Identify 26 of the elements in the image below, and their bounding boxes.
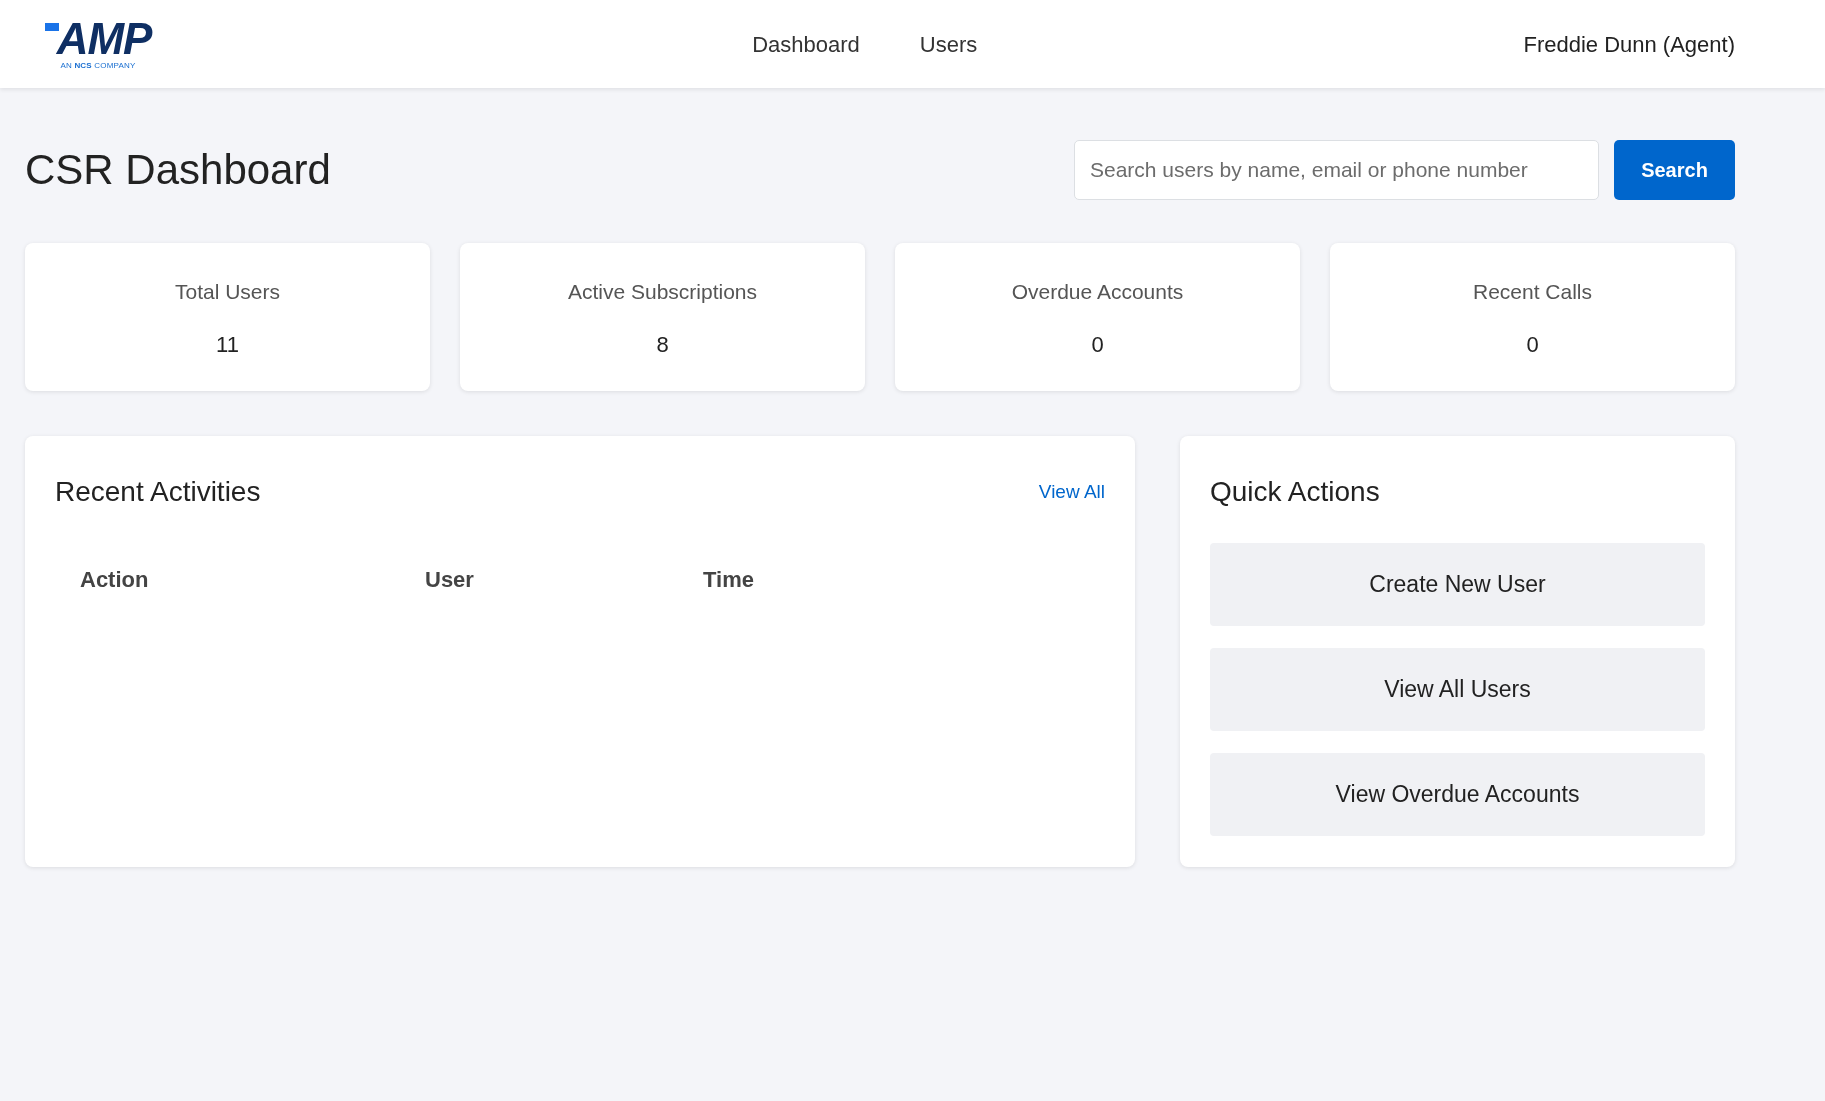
panel-title: Recent Activities xyxy=(55,475,261,509)
logo-tagline: AN NCS COMPANY xyxy=(60,61,136,71)
stat-value: 0 xyxy=(1526,330,1539,359)
panel-title: Quick Actions xyxy=(1210,475,1381,509)
stat-value: 11 xyxy=(216,330,239,359)
quick-action-button[interactable]: View Overdue Accounts xyxy=(1210,753,1705,836)
company-logo[interactable]: AMP AN NCS COMPANY xyxy=(30,17,166,71)
stat-label: Recent Calls xyxy=(1472,279,1593,305)
page-title: CSR Dashboard xyxy=(25,145,331,195)
search-button[interactable]: Search xyxy=(1614,139,1735,200)
stat-label: Active Subscriptions xyxy=(567,279,758,305)
nav-link[interactable]: Users xyxy=(919,27,978,61)
search-field[interactable]: Search users by name, email or phone number xyxy=(1074,139,1599,200)
column-header: User xyxy=(425,566,475,594)
stat-value: 0 xyxy=(1091,330,1104,359)
nav-link[interactable]: Dashboard xyxy=(752,27,860,61)
user-name[interactable]: Freddie Dunn (Agent) xyxy=(1523,27,1735,61)
logo-wordmark: AMP xyxy=(56,17,152,61)
view-all-link[interactable]: View All xyxy=(1038,477,1105,507)
stat-label: Overdue Accounts xyxy=(1011,279,1184,305)
quick-action-button[interactable]: View All Users xyxy=(1210,648,1705,731)
stat-label: Total Users xyxy=(175,279,280,305)
quick-action-button[interactable]: Create New User xyxy=(1210,543,1705,626)
stat-value: 8 xyxy=(656,330,669,359)
column-header: Action xyxy=(80,566,150,594)
column-header: Time xyxy=(703,566,754,594)
